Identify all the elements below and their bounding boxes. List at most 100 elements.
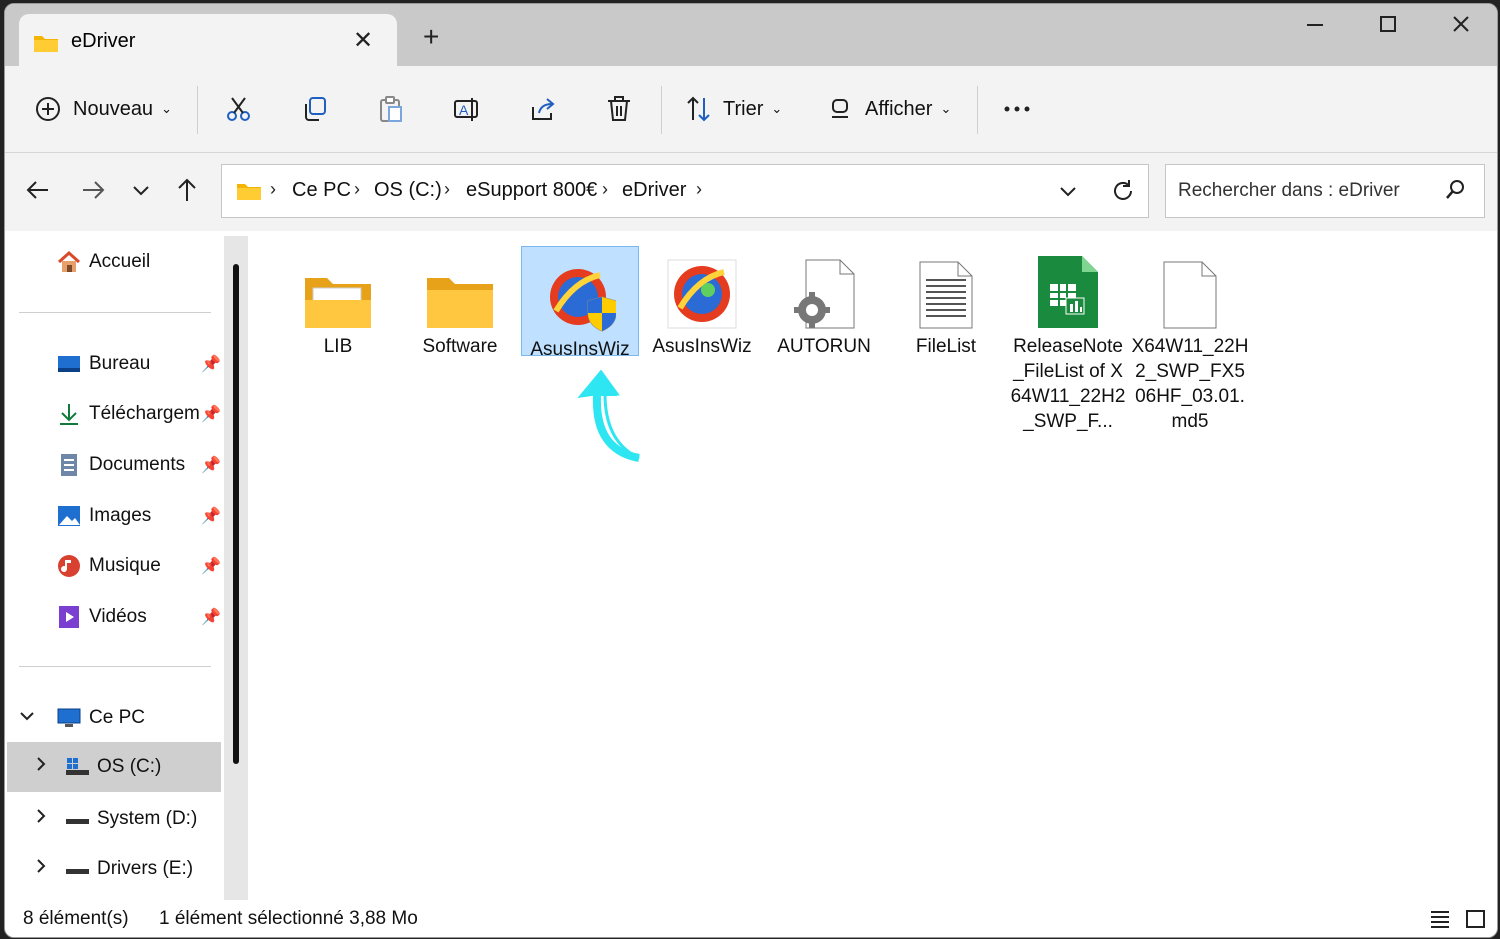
item-count: 8 élément(s) [23,908,129,929]
file-list-view: LIB Software AsusInsWiz AsusInsWiz AUTOR [249,232,1497,900]
command-bar: Nouveau ⌄ A Trier ⌄ Afficher ⌄ [5,66,1497,153]
file-item[interactable]: FileList [887,244,1005,359]
file-explorer-window: eDriver ✕ + Nouveau ⌄ A Trier ⌄ Afficher… [4,3,1498,938]
back-button[interactable] [25,177,51,208]
close-window-button[interactable] [1451,12,1471,40]
file-name: X64W11_22H2_SWP_FX506HF_03.01.md5 [1131,336,1249,432]
up-button[interactable] [175,177,199,208]
rename-button[interactable]: A [453,66,481,152]
breadcrumb-separator-icon[interactable]: › [696,179,702,200]
maximize-button[interactable] [1378,12,1398,40]
file-item[interactable]: X64W11_22H2_SWP_FX506HF_03.01.md5 [1131,244,1249,434]
minimize-button[interactable] [1305,12,1325,40]
sidebar-item-music[interactable]: Musique [57,544,161,588]
clipboard-icon [380,96,402,122]
copy-button[interactable] [301,66,329,152]
share-button[interactable] [529,66,557,152]
chevron-right-icon[interactable] [35,756,65,778]
pin-icon[interactable]: 📌 [201,556,221,576]
sidebar-item-documents[interactable]: Documents [57,443,185,487]
settings-file-icon [765,250,883,330]
forward-button[interactable] [80,177,106,208]
view-button[interactable]: Afficher ⌄ [829,66,951,152]
pin-icon[interactable]: 📌 [201,607,221,627]
document-icon [57,453,81,477]
paste-button[interactable] [377,66,405,152]
address-history-dropdown[interactable] [1058,181,1078,206]
title-bar: eDriver ✕ + [5,4,1497,66]
chevron-right-icon[interactable] [35,858,65,880]
sidebar-label: Accueil [89,251,151,272]
pin-icon[interactable]: 📌 [201,354,221,374]
file-item[interactable]: Software [401,244,519,359]
chevron-down-icon[interactable] [19,709,45,727]
sidebar-item-drive-e[interactable]: Drivers (E:) [35,847,193,891]
sidebar-label: System (D:) [97,808,198,829]
scrollbar-thumb[interactable] [233,264,239,764]
file-name: Software [422,336,498,357]
sidebar-item-drive-c[interactable]: OS (C:) [35,745,161,789]
search-placeholder[interactable]: Rechercher dans : eDriver [1178,180,1400,202]
arrow-right-icon [83,181,105,199]
sidebar-label: Ce PC [89,707,145,728]
arrow-left-icon [26,181,48,199]
sidebar-item-home[interactable]: Accueil [57,240,150,284]
drive-icon [65,857,89,881]
folder-icon [236,181,262,206]
file-item[interactable]: AUTORUN [765,244,883,359]
recent-locations-button[interactable] [131,177,151,208]
breadcrumb-separator-icon: › [602,179,608,199]
large-icons-view-button[interactable] [1465,909,1487,935]
sidebar-scrollbar[interactable] [224,236,248,900]
sidebar-label: Drivers (E:) [97,858,194,879]
sidebar-item-videos[interactable]: Vidéos [57,595,147,639]
text-file-icon [887,250,1005,330]
new-button[interactable]: Nouveau ⌄ [35,66,172,152]
tab-edriver[interactable]: eDriver ✕ [19,14,397,66]
file-item[interactable]: AsusInsWiz [643,244,761,359]
search-icon[interactable] [1444,179,1466,206]
chevron-right-icon[interactable] [35,808,65,830]
file-item[interactable]: ReleaseNote_FileList of X64W11_22H2_SWP_… [1009,244,1127,434]
sort-button[interactable]: Trier ⌄ [685,66,782,152]
sidebar-item-desktop[interactable]: Bureau [57,342,150,386]
delete-button[interactable] [605,66,633,152]
more-options-button[interactable] [1003,66,1031,152]
plus-circle-icon [36,97,60,121]
pin-icon[interactable]: 📌 [201,506,221,526]
trash-icon [608,96,630,121]
search-box[interactable]: Rechercher dans : eDriver [1165,164,1485,218]
navigation-bar: › Ce PC › OS (C:) › eSupport 800€ › eDri… [5,153,1497,231]
folder-icon [401,250,519,330]
file-item-selected[interactable]: AsusInsWiz [521,246,639,360]
refresh-button[interactable] [1110,178,1136,209]
file-item[interactable]: LIB [279,244,397,359]
tab-title: eDriver [71,30,136,52]
scissors-icon [227,97,250,121]
close-tab-icon[interactable]: ✕ [353,26,373,55]
sidebar-label: Musique [89,555,161,576]
breadcrumb-separator-icon: › [270,179,276,199]
computer-icon [57,706,81,730]
sidebar-item-this-pc[interactable]: Ce PC [19,696,145,740]
sidebar-item-pictures[interactable]: Images [57,494,151,538]
file-name: LIB [323,336,353,357]
breadcrumb-os-c[interactable]: OS (C:) [374,179,442,202]
breadcrumb-this-pc[interactable]: Ce PC [292,179,351,202]
chevron-down-icon: ⌄ [161,101,172,116]
navigation-pane: Accueil Bureau 📌 Téléchargem 📌 Documents… [5,232,249,900]
breadcrumb-edriver[interactable]: eDriver [622,179,686,202]
sidebar-item-downloads[interactable]: Téléchargem [57,392,200,436]
status-bar: 8 élément(s) 1 élément sélectionné 3,88 … [5,900,1497,937]
details-view-button[interactable] [1429,909,1451,935]
sidebar-item-drive-d[interactable]: System (D:) [35,797,197,841]
arrow-up-icon [178,178,196,201]
breadcrumb-esupport[interactable]: eSupport 800€ [466,179,597,202]
pin-icon[interactable]: 📌 [201,404,221,424]
asus-installer-shield-icon [522,253,638,333]
new-tab-button[interactable]: + [423,23,439,51]
pin-icon[interactable]: 📌 [201,455,221,475]
address-bar[interactable]: › Ce PC › OS (C:) › eSupport 800€ › eDri… [221,164,1149,218]
sidebar-divider [19,312,211,313]
cut-button[interactable] [225,66,253,152]
